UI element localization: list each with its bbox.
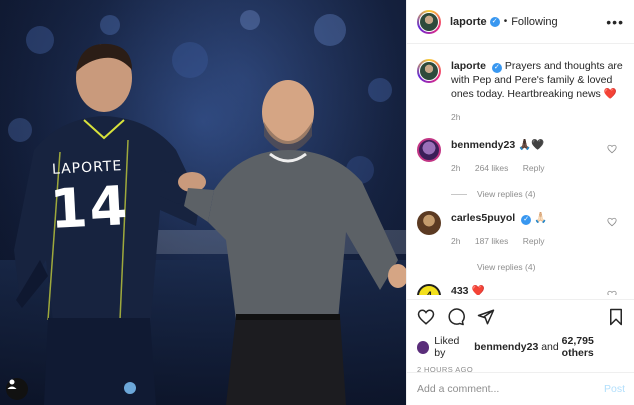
view-replies-button[interactable]: View replies (4): [451, 262, 625, 272]
caption-username[interactable]: laporte: [451, 60, 486, 72]
comments-list[interactable]: laporte ✓ Prayers and thoughts are with …: [407, 45, 634, 295]
liked-count[interactable]: 62,795 others: [562, 335, 625, 359]
separator-dot: •: [503, 16, 508, 27]
jersey-number: 14: [48, 173, 131, 242]
reply-button[interactable]: Reply: [523, 236, 545, 246]
comment-item: 4 433 ❤️: [417, 284, 625, 295]
like-comment-icon[interactable]: [607, 217, 617, 227]
add-comment-bar: Post: [407, 372, 634, 405]
profile-icon[interactable]: [6, 378, 28, 400]
heart-icon[interactable]: [417, 308, 435, 326]
commenter-avatar[interactable]: [417, 211, 441, 235]
post-actions: Liked by benmendy23 and 62,795 others 2 …: [407, 299, 634, 374]
comment-item: carles5puyol ✓ 🙏🏻 2h 187 likes Reply: [417, 211, 625, 248]
view-replies-button[interactable]: View replies (4): [451, 189, 625, 199]
caption-avatar[interactable]: [417, 59, 441, 83]
comment-input[interactable]: [417, 383, 604, 395]
comment-likes[interactable]: 264 likes: [475, 163, 509, 173]
commenter-avatar[interactable]: 4: [417, 284, 441, 295]
comment-time: 2h: [451, 163, 461, 173]
verified-icon: ✓: [491, 63, 502, 73]
comment-icon[interactable]: [447, 308, 465, 326]
post-photo[interactable]: LAPORTE 14: [0, 0, 406, 405]
post-side-panel: laporte ✓ • Following ••• laporte ✓ Pray…: [406, 0, 634, 405]
comment-text: 🙏🏿🖤: [518, 139, 545, 151]
caption: laporte ✓ Prayers and thoughts are with …: [417, 59, 625, 124]
liked-prefix: Liked by: [434, 335, 460, 359]
comment-username[interactable]: 433: [451, 285, 469, 295]
liker-avatar[interactable]: [417, 340, 430, 354]
caption-time: 2h: [451, 112, 461, 122]
comment-username[interactable]: carles5puyol: [451, 212, 515, 224]
like-comment-icon[interactable]: [607, 290, 617, 295]
comment-likes[interactable]: 187 likes: [475, 236, 509, 246]
following-button[interactable]: Following: [511, 16, 557, 28]
comment-username[interactable]: benmendy23: [451, 139, 515, 151]
liked-user[interactable]: benmendy23: [474, 341, 538, 353]
caption-emoji: ❤️: [603, 88, 617, 100]
verified-icon: ✓: [521, 215, 532, 225]
verified-icon: ✓: [489, 16, 500, 27]
author-username[interactable]: laporte: [450, 16, 487, 28]
reply-button[interactable]: Reply: [523, 163, 545, 173]
post-header: laporte ✓ • Following •••: [407, 0, 634, 44]
comment-text: 🙏🏻: [534, 212, 548, 224]
comment-time: 2h: [451, 236, 461, 246]
like-comment-icon[interactable]: [607, 144, 617, 154]
comment-text: ❤️: [471, 285, 485, 295]
liked-by: Liked by benmendy23 and 62,795 others: [417, 335, 625, 359]
bookmark-icon[interactable]: [607, 308, 625, 326]
commenter-avatar[interactable]: [417, 138, 441, 162]
liked-and: and: [541, 341, 559, 353]
author-avatar[interactable]: [417, 9, 441, 34]
post-button[interactable]: Post: [604, 383, 625, 395]
comment-item: benmendy23 🙏🏿🖤 2h 264 likes Reply: [417, 138, 625, 175]
more-icon[interactable]: •••: [606, 14, 624, 30]
share-icon[interactable]: [477, 308, 495, 326]
